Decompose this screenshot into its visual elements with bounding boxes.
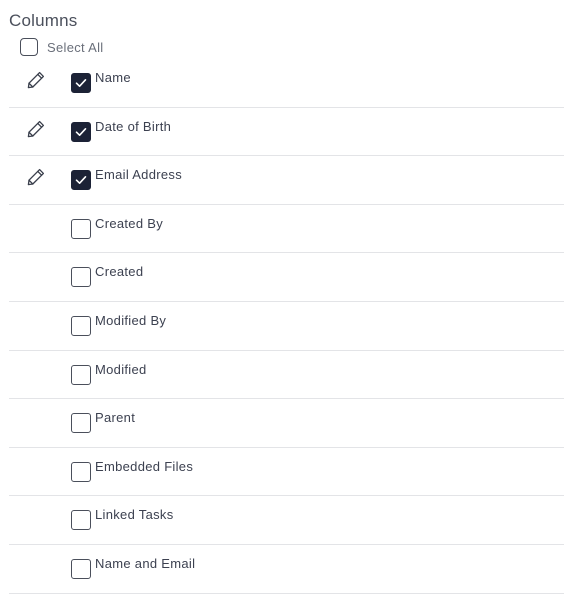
column-checkbox[interactable] — [71, 558, 91, 579]
pencil-icon[interactable] — [26, 70, 46, 90]
column-row: Parent — [9, 399, 564, 448]
column-checkbox[interactable] — [71, 364, 91, 385]
column-row: Created — [9, 253, 564, 302]
column-label: Modified — [95, 361, 147, 377]
column-row: Modified — [9, 351, 564, 400]
checkmark-icon — [75, 79, 87, 87]
column-row: Linked Tasks — [9, 496, 564, 545]
column-label: Modified By — [95, 312, 167, 328]
checkmark-icon — [75, 127, 87, 136]
pencil-icon[interactable] — [26, 119, 46, 139]
column-label: Linked Tasks — [95, 507, 174, 523]
column-label: Embedded Files — [95, 458, 194, 474]
column-checkbox[interactable] — [71, 121, 91, 142]
column-row: Date of Birth — [9, 108, 564, 157]
column-checkbox[interactable] — [71, 413, 91, 434]
select-all-box[interactable] — [20, 38, 38, 56]
column-checkbox[interactable] — [71, 267, 91, 288]
column-label: Date of Birth — [95, 118, 172, 134]
column-label: Created By — [95, 215, 164, 231]
pencil-icon[interactable] — [26, 167, 46, 187]
column-row: Modified By — [9, 302, 564, 351]
column-checkbox[interactable] — [71, 510, 91, 531]
column-label: Name — [95, 70, 131, 85]
column-checkbox[interactable] — [71, 218, 91, 239]
column-row: Name and Email — [9, 545, 564, 594]
column-row: Created By — [9, 205, 564, 254]
panel-title: Columns — [9, 11, 78, 30]
checkmark-icon — [75, 176, 87, 185]
column-checkbox[interactable] — [71, 315, 91, 336]
columns-panel: Columns Select All Name Date of Birth Emai… — [0, 0, 580, 607]
select-all-checkbox[interactable]: Select All — [20, 37, 103, 57]
column-checkbox[interactable] — [71, 170, 91, 191]
column-row: Name — [9, 59, 564, 108]
column-label: Name and Email — [95, 555, 196, 571]
column-row: Email Address — [9, 156, 564, 205]
column-checkbox[interactable] — [71, 73, 91, 93]
column-checkbox[interactable] — [71, 461, 91, 482]
column-label: Email Address — [95, 167, 182, 183]
column-label: Parent — [95, 410, 136, 426]
column-row: Embedded Files — [9, 448, 564, 497]
column-list: Name Date of Birth Email Address Created By… — [9, 59, 564, 594]
select-all-label: Select All — [47, 39, 104, 55]
column-label: Created — [95, 264, 144, 280]
